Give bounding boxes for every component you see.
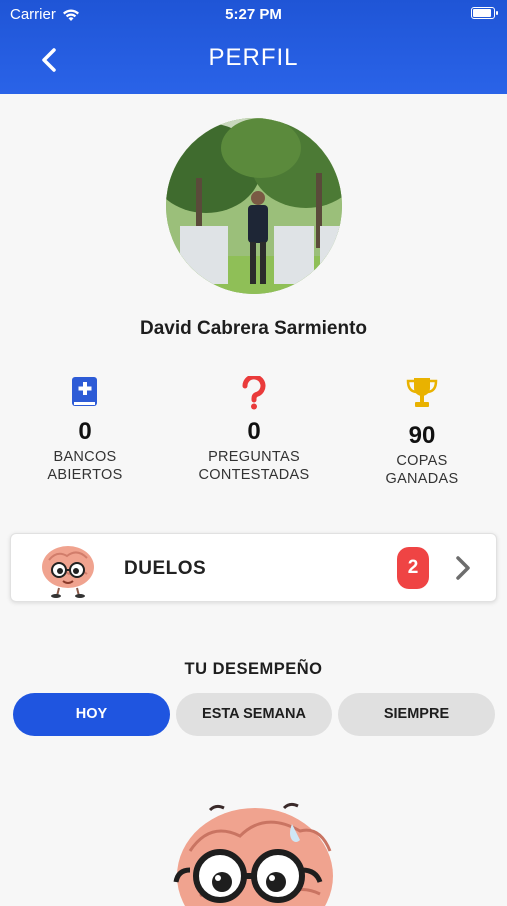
stat-value: 90: [408, 422, 436, 449]
trophy-icon: [406, 378, 438, 407]
duelos-card[interactable]: DUELOS 2: [10, 533, 497, 602]
user-name: David Cabrera Sarmiento: [139, 318, 368, 339]
chevron-right-icon: [456, 556, 470, 580]
duelos-title: DUELOS: [124, 558, 207, 579]
book-plus-icon: [72, 377, 97, 406]
performance-title: TU DESEMPEÑO: [184, 660, 323, 678]
question-mark-icon: [242, 376, 266, 410]
brain-mascot-illustration: [173, 802, 333, 906]
stat-label: PREGUNTAS CONTESTADAS: [198, 449, 310, 483]
status-time: 5:27 PM: [225, 6, 282, 23]
profile-avatar[interactable]: [166, 118, 342, 294]
battery-icon: [471, 7, 498, 19]
stat-bancos: 0 BANCOS ABIERTOS: [10, 376, 160, 484]
stat-label: COPAS GANADAS: [385, 453, 459, 487]
status-bar: Carrier 5:27 PM: [0, 0, 507, 28]
brain-mascot-icon: [42, 546, 94, 598]
stat-copas: 90 COPAS GANADAS: [347, 376, 497, 488]
stat-value: 0: [247, 418, 261, 445]
tab-hoy[interactable]: HOY: [13, 693, 170, 736]
tab-esta-semana[interactable]: ESTA SEMANA: [176, 693, 332, 736]
page-title: PERFIL: [208, 44, 299, 71]
avatar-photo: [166, 118, 342, 294]
duelos-count-badge: 2: [397, 547, 429, 589]
stat-value: 0: [78, 418, 92, 445]
stat-label: BANCOS ABIERTOS: [47, 449, 123, 483]
tab-siempre[interactable]: SIEMPRE: [338, 693, 495, 736]
top-bar: Carrier 5:27 PM PERFIL: [0, 0, 507, 94]
stat-preguntas: 0 PREGUNTAS CONTESTADAS: [179, 376, 329, 484]
